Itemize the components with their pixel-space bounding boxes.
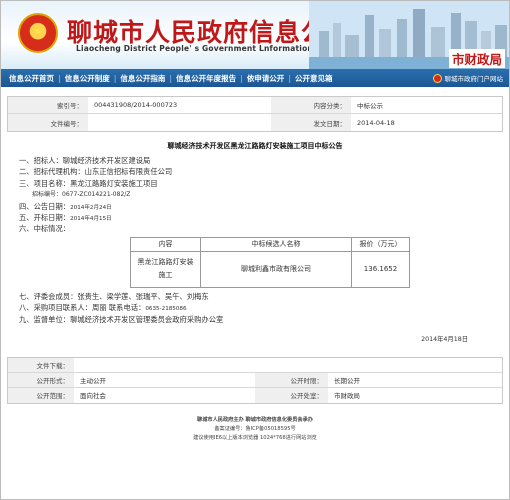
department-name: 市财政局: [448, 49, 505, 68]
announce-date-value: 2014年2月24日: [70, 204, 112, 211]
category-value: 中标公示: [357, 102, 383, 110]
portal-link-wrap[interactable]: 聊城市政府门户网站: [432, 73, 510, 83]
disclosure-scope-label: 公开范围：: [8, 387, 74, 403]
national-emblem-icon: ★: [18, 13, 58, 53]
results-label: 六、中标情况：: [19, 224, 71, 234]
disclosure-office-label: 公开处室：: [255, 387, 328, 403]
issue-date-label: 发文日期：: [271, 114, 351, 131]
sign-date: 2014年4月18日: [421, 335, 468, 343]
article-line: 二、招标代理机构：山东正信招标有限责任公司: [19, 167, 173, 177]
site-header: ★ 聊城市人民政府信息公开 Liaocheng District People'…: [1, 1, 509, 69]
disclosure-scope-value: 面向社会: [80, 392, 106, 401]
download-value[interactable]: [74, 358, 502, 372]
issue-date-value: 2014-04-18: [357, 118, 395, 127]
contact-phone: 0635-2185086: [145, 306, 187, 313]
info-row: 索引号： 004431908/2014-000723 内容分类： 中标公示: [8, 97, 502, 114]
top-nav: 信息公开首页 | 信息公开制度 | 信息公开指南 | 信息公开年度报告 | 依申…: [1, 69, 509, 87]
index-label: 索引号：: [8, 97, 88, 113]
contact-label: 八、采购项目联系人：周丽 联系电话：: [19, 303, 146, 313]
nav-item-home[interactable]: 信息公开首页: [5, 73, 58, 84]
supervisor-line: 九、监督单位：聊城经济技术开发区管理委员会政府采购办公室: [19, 314, 224, 324]
category-label: 内容分类：: [271, 97, 351, 113]
nav-item-system[interactable]: 信息公开制度: [61, 73, 114, 84]
article-title: 聊城经济技术开发区黑龙江路路灯安装施工项目中标公告: [167, 142, 343, 150]
award-results-table: 内容 中标候选人名称 报价（万元） 黑龙江路路灯安装施工 聊城利鑫市政有限公司 …: [130, 236, 410, 288]
article-line: 一、招标人：聊城经济技术开发区建设局: [19, 156, 151, 165]
col-header-content: 内容: [130, 236, 201, 252]
table-row: 黑龙江路路灯安装施工 聊城利鑫市政有限公司 136.1652: [130, 250, 410, 288]
disclosure-form-label: 公开形式：: [8, 372, 74, 387]
nav-item-annual-report[interactable]: 信息公开年度报告: [172, 73, 240, 84]
cell-content: 黑龙江路路灯安装施工: [130, 250, 201, 288]
nav-item-guide[interactable]: 信息公开指南: [116, 73, 169, 84]
footer-browser-note: 建议使用IE6以上版本浏览器 1024*768进行网站浏览: [193, 434, 317, 441]
disclosure-office-value: 市财政局: [334, 392, 360, 401]
portal-link[interactable]: 聊城市政府门户网站: [445, 73, 504, 83]
doc-number-label: 文件编号：: [8, 114, 88, 131]
nav-item-apply[interactable]: 依申请公开: [243, 73, 289, 84]
page: ★ 聊城市人民政府信息公开 Liaocheng District People'…: [0, 0, 510, 500]
contact-line: 八、采购项目联系人：周丽 联系电话：0635-2185086: [19, 302, 509, 313]
info-row: 文件编号： 发文日期： 2014-04-18: [8, 114, 502, 131]
cell-price: 136.1652: [351, 250, 410, 288]
info-row: 公开形式： 主动公开 公开时限： 长期公开: [8, 372, 502, 388]
article-body: 一、招标人：聊城经济技术开发区建设局 二、招标代理机构：山东正信招标有限责任公司…: [1, 155, 509, 325]
footer-sponsor: 聊城市人民政府主办 聊城市政府信息化委员会承办: [197, 416, 313, 423]
cell-candidate: 聊城利鑫市政有限公司: [200, 250, 352, 288]
nav-item-mailbox[interactable]: 公开意见箱: [291, 73, 337, 84]
doc-number-value: [88, 114, 271, 131]
article-line: 三、项目名称：黑龙江路路灯安装施工项目: [19, 178, 158, 188]
footer-icp: 备案证编号：鲁ICP备05018595号: [214, 425, 296, 432]
disclosure-info-table: 文件下载： 公开形式： 主动公开 公开时限： 长期公开 公开范围： 面向社会 公…: [7, 356, 503, 404]
info-row: 文件下载：: [8, 357, 502, 373]
committee-line: 七、评委会成员：张贵生、梁学莲、张瑞平、吴午、刘梅东: [19, 291, 209, 301]
open-date-label: 五、开标日期：: [19, 212, 71, 222]
site-footer: 聊城市人民政府主办 聊城市政府信息化委员会承办 备案证编号：鲁ICP备05018…: [1, 416, 509, 443]
open-date-line: 五、开标日期：2014年4月15日: [19, 212, 509, 223]
col-header-candidate: 中标候选人名称: [200, 236, 352, 252]
disclosure-term-label: 公开时限：: [255, 372, 328, 387]
open-date-value: 2014年4月15日: [70, 215, 112, 222]
emblem-small-icon: [432, 73, 442, 83]
announce-date-line: 四、公告日期：2014年2月24日: [19, 201, 509, 212]
info-row: 公开范围： 面向社会 公开处室： 市财政局: [8, 387, 502, 403]
disclosure-form-value: 主动公开: [80, 376, 106, 385]
col-header-price: 报价（万元）: [351, 236, 410, 252]
announce-date-label: 四、公告日期：: [19, 201, 71, 211]
disclosure-term-value: 长期公开: [334, 376, 360, 385]
bid-number: 招标编号：0677-ZC014221-082/Z: [32, 191, 131, 199]
download-label: 文件下载：: [8, 357, 74, 372]
document-info-table: 索引号： 004431908/2014-000723 内容分类： 中标公示 文件…: [7, 96, 503, 132]
index-value: 004431908/2014-000723: [94, 101, 178, 109]
table-header-row: 内容 中标候选人名称 报价（万元）: [130, 236, 410, 252]
